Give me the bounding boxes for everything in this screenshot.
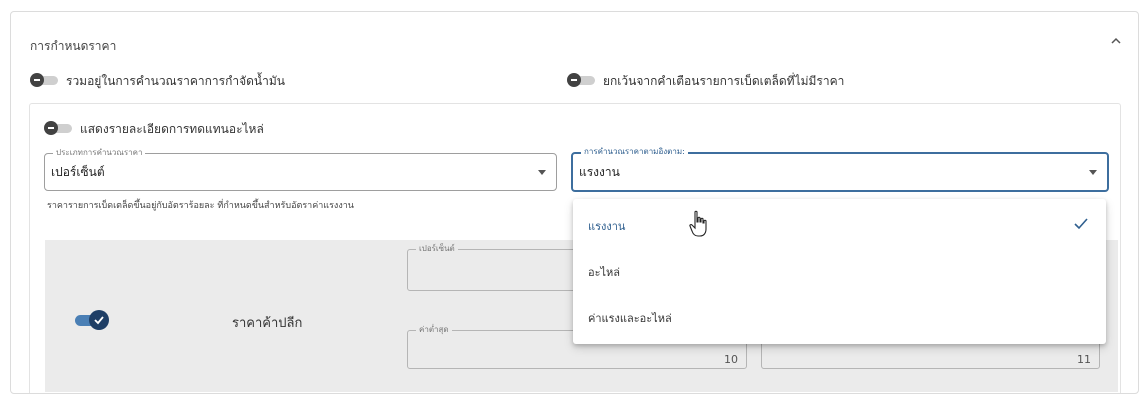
chevron-up-icon[interactable] bbox=[1108, 33, 1124, 49]
menu-option-parts[interactable]: อะไหล่ bbox=[573, 247, 1106, 293]
pricing-type-label: ประเภทการคำนวณราคา bbox=[53, 147, 146, 159]
toggle-off-icon bbox=[30, 73, 44, 87]
retail-price-label: ราคาค้าปลีก bbox=[232, 316, 303, 331]
check-icon bbox=[1074, 218, 1088, 230]
menu-option-labor[interactable]: แรงงาน bbox=[573, 201, 1106, 247]
price-based-on-label: การคำนวณราคาตามอิงตาม: bbox=[581, 146, 688, 158]
helper-text: ราคารายการเบ็ดเตล็ดขึ้นอยู่กับอัตราร้อยล… bbox=[47, 201, 354, 211]
min-price-label: ค่าต่ำสุด bbox=[416, 324, 452, 336]
include-oil-disposal-toggle[interactable] bbox=[30, 73, 60, 87]
price-based-on-value: แรงงาน bbox=[579, 165, 620, 179]
dropdown-arrow-icon bbox=[1089, 170, 1097, 175]
exclude-unpriced-warning-label: ยกเว้นจากคำเตือนรายการเบ็ดเตล็ดที่ไม่มีร… bbox=[603, 74, 845, 88]
price-based-on-select[interactable]: การคำนวณราคาตามอิงตาม: แรงงาน bbox=[571, 146, 1109, 192]
menu-option-labor-and-parts[interactable]: ค่าแรงและอะไหล่ bbox=[573, 293, 1106, 339]
max-price-value: 11 bbox=[1077, 353, 1091, 366]
include-oil-disposal-label: รวมอยู่ในการคำนวณราคาการกำจัดน้ำมัน bbox=[66, 74, 285, 88]
hand-cursor-icon bbox=[689, 210, 707, 237]
section-title: การกำหนดราคา bbox=[30, 39, 117, 53]
toggle-off-icon bbox=[44, 121, 58, 135]
retail-price-toggle[interactable] bbox=[75, 310, 111, 330]
show-part-substitution-label: แสดงรายละเอียดการทดแทนอะไหล่ bbox=[80, 122, 264, 136]
menu-option-label: อะไหล่ bbox=[588, 266, 621, 279]
dropdown-arrow-icon bbox=[538, 170, 546, 175]
menu-option-label: แรงงาน bbox=[588, 220, 626, 233]
toggle-off-icon bbox=[567, 73, 581, 87]
menu-option-label: ค่าแรงและอะไหล่ bbox=[588, 312, 672, 325]
min-price-value: 10 bbox=[724, 353, 738, 366]
pricing-type-select[interactable]: ประเภทการคำนวณราคา เปอร์เซ็นต์ bbox=[44, 147, 557, 191]
pricing-type-value: เปอร์เซ็นต์ bbox=[51, 165, 105, 179]
exclude-unpriced-warning-toggle[interactable] bbox=[567, 73, 597, 87]
percent-field-label: เปอร์เซ็นต์ bbox=[416, 243, 458, 255]
price-based-on-menu: แรงงาน อะไหล่ ค่าแรงและอะไหล่ bbox=[573, 199, 1106, 344]
show-part-substitution-toggle[interactable] bbox=[44, 121, 74, 135]
check-icon bbox=[94, 316, 104, 325]
